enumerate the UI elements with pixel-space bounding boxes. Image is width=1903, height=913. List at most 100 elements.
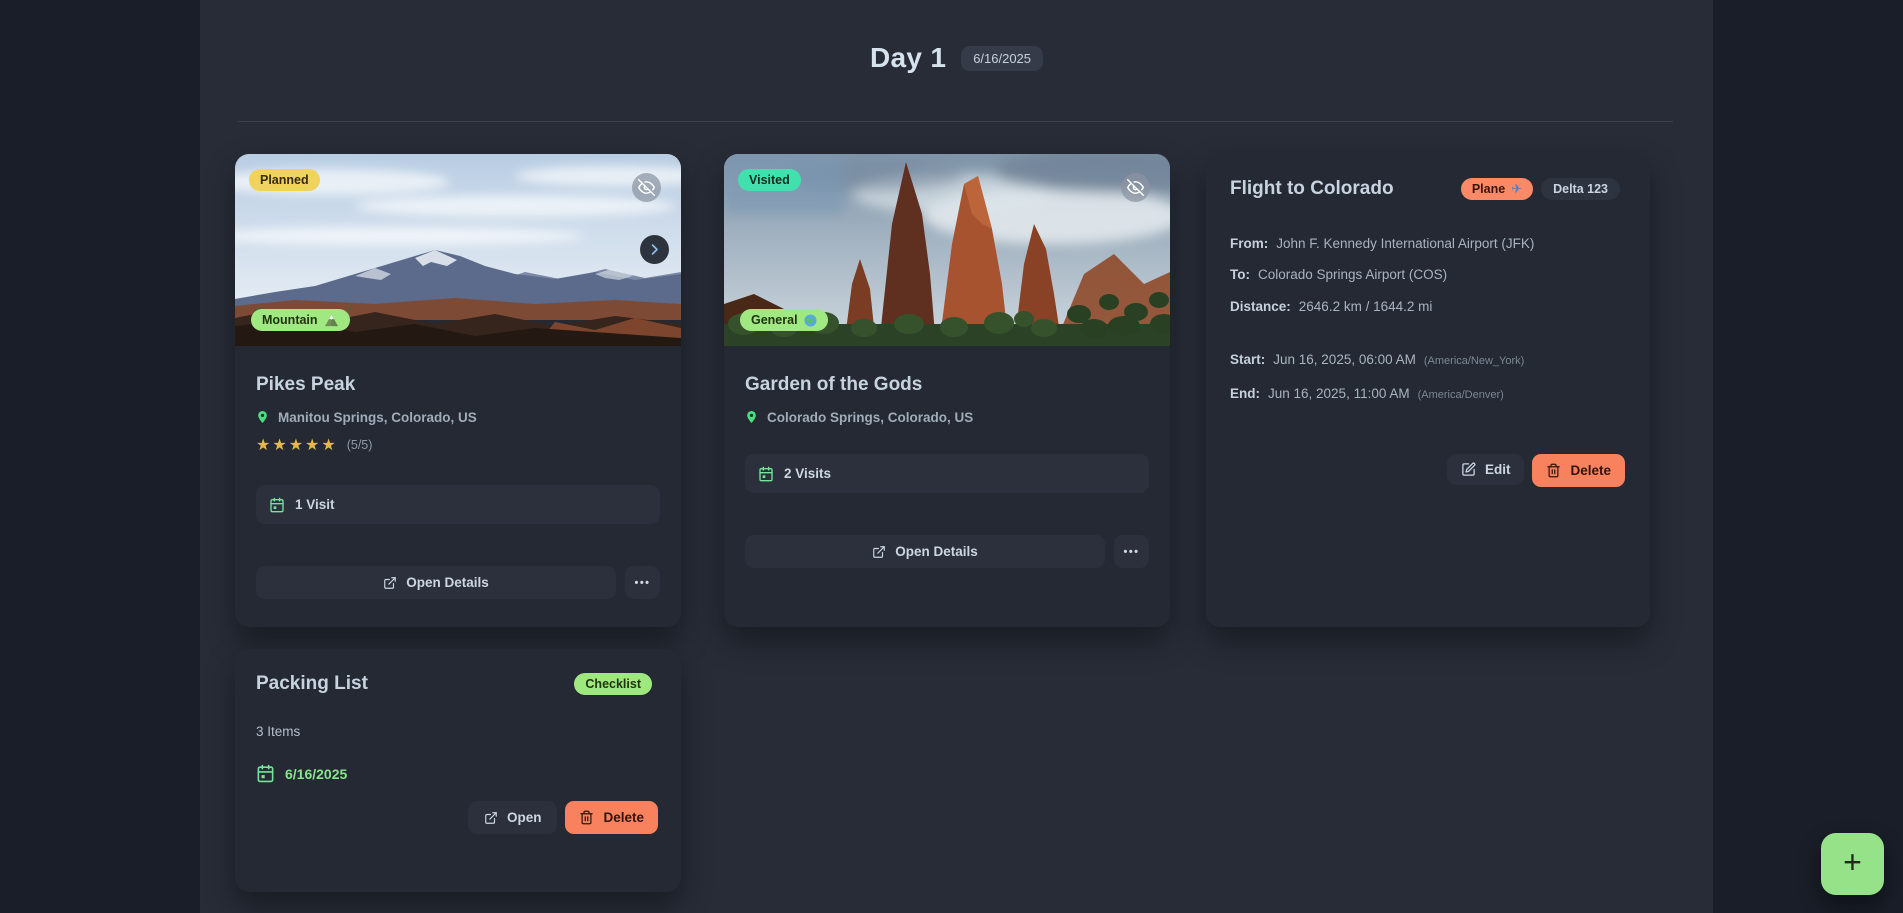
delete-label: Delete bbox=[603, 810, 644, 825]
category-badge: Mountain bbox=[251, 309, 350, 331]
location-row: Colorado Springs, Colorado, US bbox=[745, 409, 1149, 425]
card-title: Flight to Colorado bbox=[1230, 178, 1394, 200]
date-badge: 6/16/2025 bbox=[961, 46, 1043, 71]
end-value: Jun 16, 2025, 11:00 AM bbox=[1268, 386, 1410, 402]
checklist-card-packing-list: Packing List Checklist 3 Items 6/16/2025 bbox=[235, 649, 681, 892]
delete-button[interactable]: Delete bbox=[1532, 454, 1625, 487]
flight-badges: Plane ✈ Delta 123 bbox=[1461, 178, 1620, 200]
status-badge: Planned bbox=[249, 169, 320, 191]
external-link-icon bbox=[383, 576, 397, 590]
star-icons: ★★★★★ bbox=[256, 435, 338, 455]
visits-label: 1 Visit bbox=[295, 497, 335, 512]
end-label: End: bbox=[1230, 386, 1260, 402]
calendar-icon bbox=[758, 466, 774, 482]
location-text: Colorado Springs, Colorado, US bbox=[767, 410, 973, 425]
next-photo-button[interactable] bbox=[640, 235, 669, 264]
delete-button[interactable]: Delete bbox=[565, 801, 658, 834]
day-header: Day 1 6/16/2025 bbox=[200, 42, 1713, 74]
status-badge: Visited bbox=[738, 169, 801, 191]
calendar-icon bbox=[256, 764, 275, 783]
category-badge: General bbox=[740, 309, 828, 331]
location-pin-icon bbox=[256, 409, 269, 425]
add-item-button[interactable]: + bbox=[1821, 833, 1884, 895]
trash-icon bbox=[1546, 463, 1561, 478]
ellipsis-icon: ••• bbox=[1123, 546, 1139, 558]
mountain-emoji-icon bbox=[324, 314, 339, 327]
more-options-button[interactable]: ••• bbox=[1114, 535, 1149, 568]
ellipsis-icon: ••• bbox=[634, 577, 650, 589]
transport-type-label: Plane bbox=[1472, 181, 1505, 197]
card-actions: Open Details ••• bbox=[256, 566, 660, 599]
location-row: Manitou Springs, Colorado, US bbox=[256, 409, 660, 425]
checklist-date: 6/16/2025 bbox=[285, 766, 347, 782]
external-link-icon bbox=[872, 545, 886, 559]
distance-label: Distance: bbox=[1230, 299, 1291, 315]
eye-off-icon bbox=[638, 179, 655, 196]
flight-start-row: Start: Jun 16, 2025, 06:00 AM (America/N… bbox=[1230, 352, 1626, 369]
category-badge-label: Mountain bbox=[262, 312, 318, 328]
airplane-icon: ✈ bbox=[1511, 183, 1522, 196]
trip-day-page: Day 1 6/16/2025 bbox=[0, 0, 1903, 913]
open-details-button[interactable]: Open Details bbox=[745, 535, 1105, 568]
more-options-button[interactable]: ••• bbox=[625, 566, 660, 599]
hide-image-button[interactable] bbox=[632, 173, 661, 202]
card-title: Pikes Peak bbox=[256, 374, 660, 396]
plus-icon: + bbox=[1843, 844, 1862, 881]
open-label: Open bbox=[507, 810, 542, 825]
start-timezone: (America/New_York) bbox=[1424, 353, 1524, 369]
end-timezone: (America/Denver) bbox=[1418, 387, 1504, 403]
open-details-button[interactable]: Open Details bbox=[256, 566, 616, 599]
chevron-right-icon bbox=[647, 242, 662, 257]
location-text: Manitou Springs, Colorado, US bbox=[278, 410, 477, 425]
checklist-date-row: 6/16/2025 bbox=[256, 764, 660, 783]
to-value: Colorado Springs Airport (COS) bbox=[1258, 267, 1447, 283]
checklist-header: Packing List Checklist bbox=[256, 673, 660, 695]
flight-card: Flight to Colorado Plane ✈ Delta 123 Fro… bbox=[1206, 154, 1650, 627]
place-card-pikes-peak: Planned Mountain bbox=[235, 154, 681, 627]
open-details-label: Open Details bbox=[406, 575, 489, 590]
checklist-type-badge: Checklist bbox=[574, 673, 652, 695]
flight-end-row: End: Jun 16, 2025, 11:00 AM (America/Den… bbox=[1230, 386, 1626, 403]
eye-off-icon bbox=[1127, 179, 1144, 196]
flight-to-row: To: Colorado Springs Airport (COS) bbox=[1230, 267, 1626, 283]
start-label: Start: bbox=[1230, 352, 1265, 368]
category-badge-label: General bbox=[751, 312, 798, 328]
location-pin-icon bbox=[745, 409, 758, 425]
flight-distance-row: Distance: 2646.2 km / 1644.2 mi bbox=[1230, 299, 1626, 315]
header-divider bbox=[238, 121, 1673, 122]
garden-of-the-gods-photo: Visited General bbox=[724, 154, 1170, 346]
page-title: Day 1 bbox=[870, 42, 946, 74]
rating-row: ★★★★★ (5/5) bbox=[256, 435, 660, 455]
delete-label: Delete bbox=[1570, 463, 1611, 478]
flight-from-row: From: John F. Kennedy International Airp… bbox=[1230, 236, 1626, 252]
open-details-label: Open Details bbox=[895, 544, 978, 559]
visits-row[interactable]: 2 Visits bbox=[745, 454, 1149, 493]
items-count: 3 Items bbox=[256, 724, 660, 739]
pikes-peak-photo: Planned Mountain bbox=[235, 154, 681, 346]
distance-value: 2646.2 km / 1644.2 mi bbox=[1299, 299, 1433, 315]
flight-header: Flight to Colorado Plane ✈ Delta 123 bbox=[1230, 178, 1626, 200]
card-title: Packing List bbox=[256, 673, 368, 695]
edit-button[interactable]: Edit bbox=[1447, 454, 1525, 485]
hide-image-button[interactable] bbox=[1121, 173, 1150, 202]
checklist-actions: Open Delete bbox=[468, 801, 658, 834]
card-title: Garden of the Gods bbox=[745, 374, 1149, 396]
flight-actions: Edit Delete bbox=[1447, 454, 1625, 487]
calendar-icon bbox=[269, 497, 285, 513]
rating-value: (5/5) bbox=[347, 438, 373, 452]
day-content-panel: Day 1 6/16/2025 bbox=[200, 0, 1713, 913]
place-card-garden-of-the-gods: Visited General bbox=[724, 154, 1170, 627]
edit-icon bbox=[1461, 462, 1476, 477]
flight-number-badge: Delta 123 bbox=[1541, 178, 1620, 200]
to-label: To: bbox=[1230, 267, 1250, 283]
visits-label: 2 Visits bbox=[784, 466, 831, 481]
open-button[interactable]: Open bbox=[468, 801, 558, 834]
from-label: From: bbox=[1230, 236, 1268, 252]
globe-emoji-icon bbox=[804, 314, 817, 327]
visits-row[interactable]: 1 Visit bbox=[256, 485, 660, 524]
start-value: Jun 16, 2025, 06:00 AM bbox=[1273, 352, 1416, 368]
from-value: John F. Kennedy International Airport (J… bbox=[1276, 236, 1534, 252]
transport-type-badge: Plane ✈ bbox=[1461, 178, 1533, 200]
card-actions: Open Details ••• bbox=[745, 535, 1149, 568]
trash-icon bbox=[579, 810, 594, 825]
